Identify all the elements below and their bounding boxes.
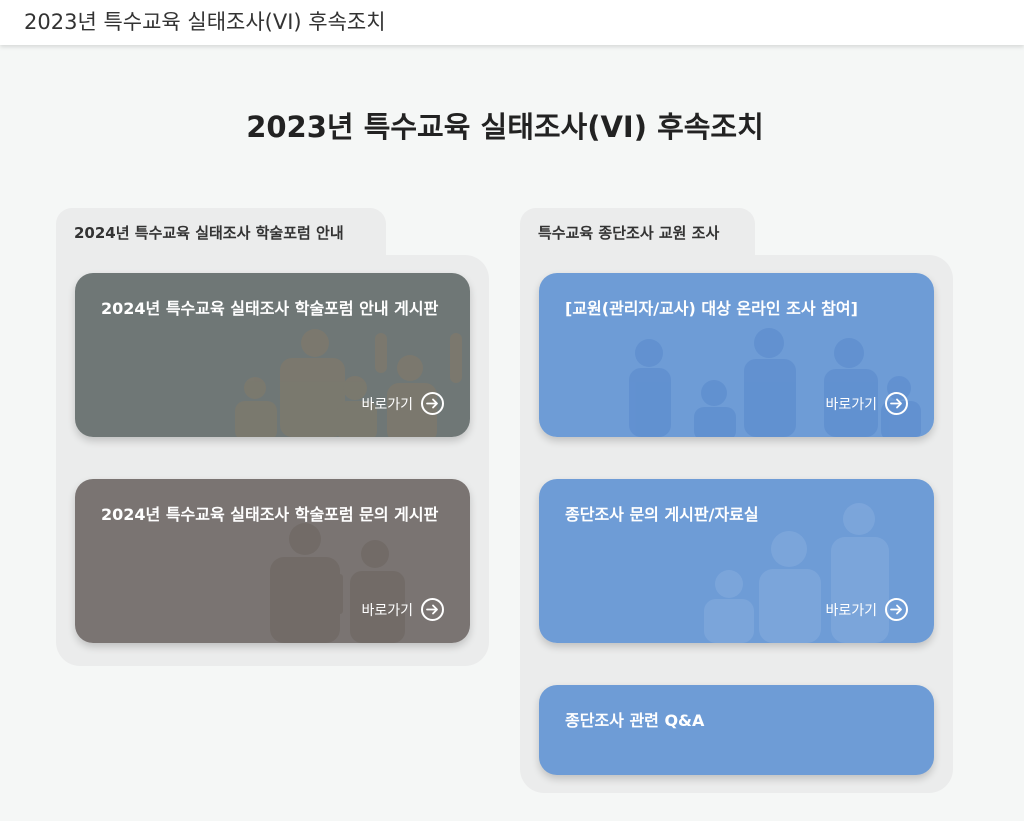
go-link[interactable]: 바로가기 [361,598,444,621]
go-label: 바로가기 [825,396,877,413]
card-title: 2024년 특수교육 실태조사 학술포럼 안내 게시판 [101,299,439,318]
arrow-right-circle-icon [885,598,908,621]
card-title: 2024년 특수교육 실태조사 학술포럼 문의 게시판 [101,505,439,524]
card-title: [교원(관리자/교사) 대상 온라인 조사 참여] [565,299,858,318]
card-qna[interactable]: 종단조사 관련 Q&A [539,685,934,775]
arrow-right-circle-icon [421,392,444,415]
go-link[interactable]: 바로가기 [825,392,908,415]
go-label: 바로가기 [825,602,877,619]
go-label: 바로가기 [361,602,413,619]
top-bar: 2023년 특수교육 실태조사(VI) 후속조치 [0,0,1024,45]
card-forum-notice[interactable]: 2024년 특수교육 실태조사 학술포럼 안내 게시판 바로가기 [75,273,470,437]
card-inquiry-board[interactable]: 종단조사 문의 게시판/자료실 바로가기 [539,479,934,643]
go-label: 바로가기 [361,396,413,413]
card-title: 종단조사 관련 Q&A [565,711,705,730]
card-title: 종단조사 문의 게시판/자료실 [565,505,759,524]
card-online-survey[interactable]: [교원(관리자/교사) 대상 온라인 조사 참여] 바로가기 [539,273,934,437]
arrow-right-circle-icon [885,392,908,415]
go-link[interactable]: 바로가기 [825,598,908,621]
go-link[interactable]: 바로가기 [361,392,444,415]
header-title: 2023년 특수교육 실태조사(VI) 후속조치 [24,10,386,34]
page-title: 2023년 특수교육 실태조사(VI) 후속조치 [246,110,764,144]
arrow-right-circle-icon [421,598,444,621]
card-forum-inquiry[interactable]: 2024년 특수교육 실태조사 학술포럼 문의 게시판 바로가기 [75,479,470,643]
